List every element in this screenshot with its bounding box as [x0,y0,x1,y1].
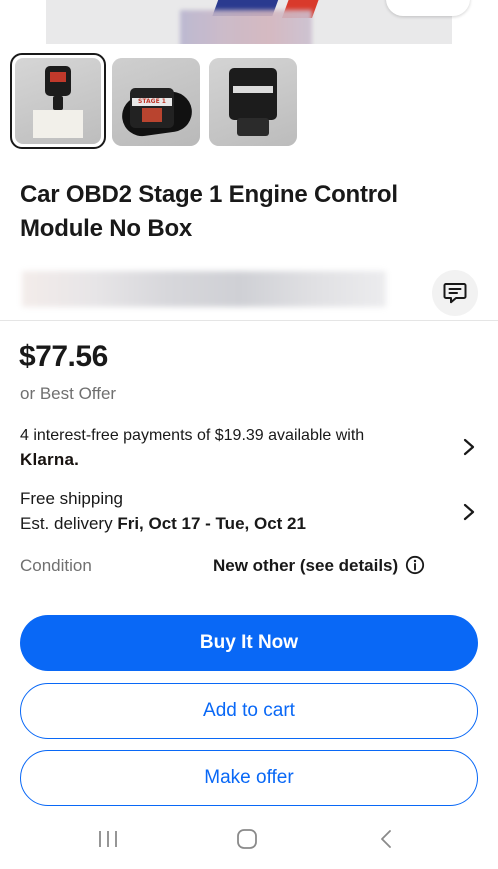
price: $77.56 [19,340,108,373]
buy-it-now-button[interactable]: Buy It Now [20,615,478,671]
home-icon[interactable] [236,828,258,850]
divider [0,320,498,321]
delivery-dates: Fri, Oct 17 - Tue, Oct 21 [117,514,306,533]
message-icon [443,283,467,304]
thumbnail-3[interactable] [209,58,297,146]
delivery-prefix: Est. delivery [20,514,118,533]
delivery-estimate: Est. delivery Fri, Oct 17 - Tue, Oct 21 [20,514,306,534]
condition-label: Condition [20,556,92,575]
klarna-logo: Klarna. [20,450,80,469]
condition-value[interactable]: New other (see details) [213,556,398,576]
image-overlay-button[interactable] [386,0,470,16]
thumbnail-device-label [50,72,66,82]
make-offer-button[interactable]: Make offer [20,750,478,806]
thumbnail-1-selected[interactable] [10,53,106,149]
best-offer-text: or Best Offer [20,384,117,403]
thumbnail-device [229,68,277,120]
chevron-right-icon [463,503,475,521]
installments-text: 4 interest-free payments of $19.39 avail… [20,427,365,444]
add-to-cart-button[interactable]: Add to cart [20,683,478,739]
back-icon[interactable] [376,828,398,850]
free-shipping-text: Free shipping [20,489,124,508]
thumbnail-cable [53,96,63,110]
recent-apps-icon[interactable] [97,828,119,850]
thumbnail-connector [237,118,269,136]
info-icon[interactable] [405,555,425,575]
message-seller-button[interactable] [432,270,478,316]
thumbnail-label [233,86,273,93]
thumbnail-stage-label: STAGE 1 [132,98,172,106]
thumbnail-card [33,110,83,138]
product-title: Car OBD2 Stage 1 Engine Control Module N… [20,181,398,242]
chevron-right-icon [463,438,475,456]
thumbnail-sticker [142,108,162,122]
seller-info-blurred[interactable] [22,271,386,307]
thumbnail-2[interactable]: STAGE 1 [112,58,200,146]
image-blurred-region [180,10,312,44]
